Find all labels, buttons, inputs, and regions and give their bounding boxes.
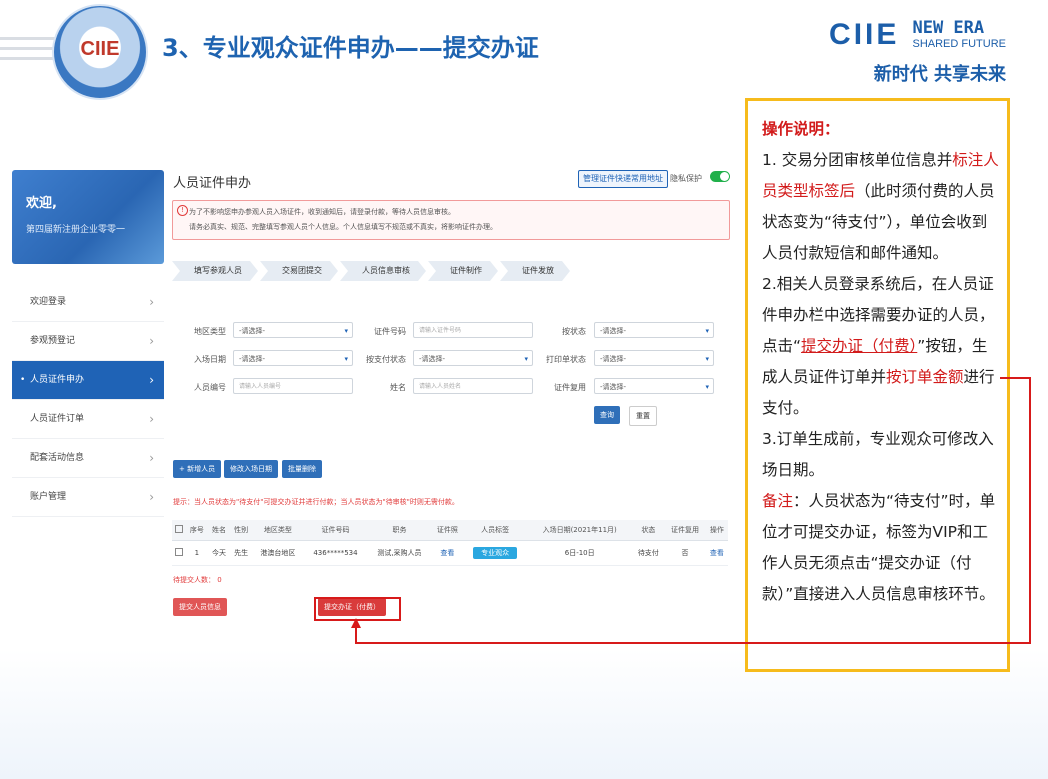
connector-arrow: [351, 377, 1031, 644]
